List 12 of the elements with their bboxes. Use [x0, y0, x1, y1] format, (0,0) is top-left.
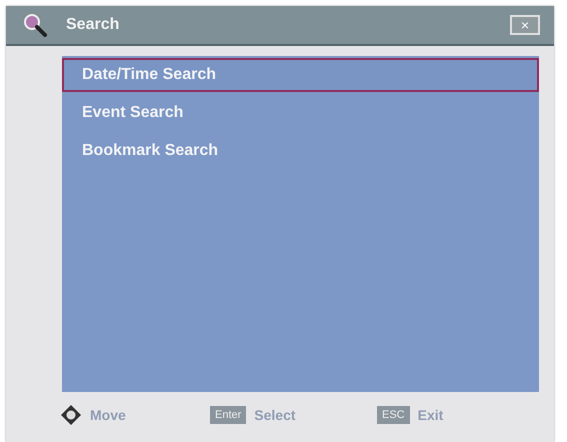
- key-label: ESC: [377, 406, 410, 424]
- menu-item[interactable]: Date/Time Search: [62, 58, 539, 92]
- hint-label: Move: [90, 407, 126, 423]
- search-icon: [22, 12, 48, 38]
- key-label: Enter: [210, 406, 246, 424]
- hint-label: Select: [254, 407, 296, 423]
- close-button[interactable]: ×: [510, 15, 540, 35]
- window-title: Search: [66, 16, 120, 34]
- direction-pad-icon: [60, 404, 82, 426]
- menu-item[interactable]: Event Search: [62, 96, 539, 130]
- hint-label: Exit: [418, 407, 444, 423]
- menu-item[interactable]: Bookmark Search: [62, 134, 539, 168]
